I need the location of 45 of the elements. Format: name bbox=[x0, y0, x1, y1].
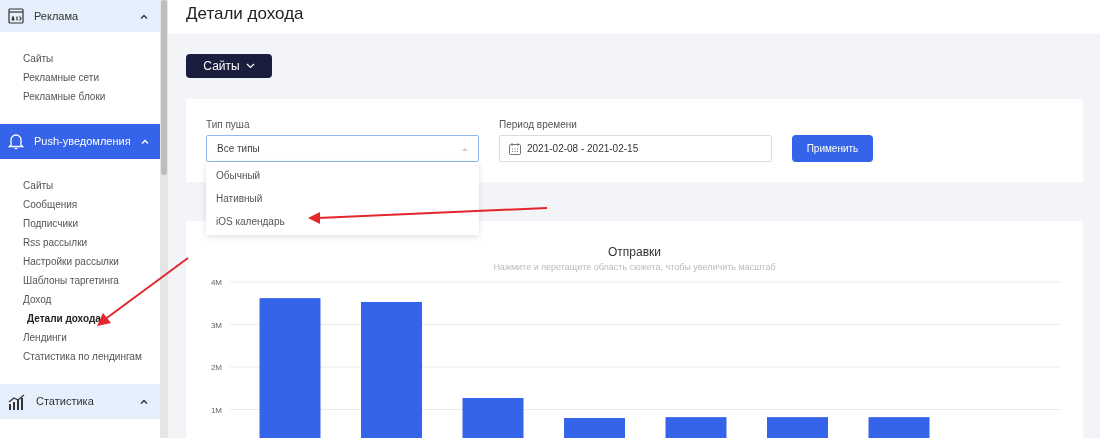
date-range-field[interactable]: 2021-02-08 - 2021-02-15 bbox=[499, 135, 772, 162]
sidebar-item[interactable]: Подписчики bbox=[0, 214, 160, 233]
sidebar-item[interactable]: Рекламные сети bbox=[0, 68, 160, 87]
sidebar-section-header[interactable]: Статистика bbox=[0, 384, 160, 419]
sites-button[interactable]: Сайты bbox=[186, 54, 272, 78]
dropdown-option[interactable]: Обычный bbox=[206, 164, 479, 187]
sidebar-item[interactable]: Рекламные блоки bbox=[0, 87, 160, 106]
sidebar-item[interactable]: Статистика по лендингам bbox=[0, 347, 160, 366]
bar-chart-icon bbox=[8, 393, 26, 410]
sidebar-item[interactable]: Шаблоны таргетинга bbox=[0, 271, 160, 290]
caret-icon bbox=[140, 139, 148, 144]
dropdown-option[interactable]: iOS календарь bbox=[206, 210, 479, 233]
axis-tick-label: 2M bbox=[210, 363, 222, 372]
calendar-icon bbox=[509, 142, 521, 155]
axis-tick-label: 3M bbox=[210, 320, 222, 330]
apply-button[interactable]: Применить bbox=[792, 135, 873, 162]
scrollbar-thumb[interactable] bbox=[161, 0, 167, 175]
page-title: Детали дохода bbox=[186, 4, 304, 24]
sidebar-item[interactable]: Rss рассылки bbox=[0, 233, 160, 252]
caret-icon bbox=[140, 13, 148, 19]
field-label: Период времени bbox=[499, 119, 578, 131]
sidebar-section-header[interactable]: Push-уведомления bbox=[0, 124, 160, 159]
section-title: Push-уведомления bbox=[34, 134, 131, 150]
axis-tick-label: 1M bbox=[210, 405, 222, 415]
sidebar-item[interactable]: Сайты bbox=[0, 49, 160, 68]
sidebar-item[interactable]: Детали дохода bbox=[0, 309, 160, 328]
sidebar-item[interactable]: Настройки рассылки bbox=[0, 252, 160, 271]
bell-icon bbox=[8, 133, 24, 150]
chart-title: Отправки bbox=[608, 245, 661, 259]
push-type-select[interactable]: Все типы bbox=[206, 135, 479, 162]
sidebar-item[interactable]: Сообщения bbox=[0, 195, 160, 214]
caret-up-icon bbox=[462, 146, 468, 151]
sidebar-item[interactable]: Лендинги bbox=[0, 328, 160, 347]
chart-subtitle: Нажмите и перетащите область сюжета, чтобы увеличить масштаб bbox=[493, 262, 776, 273]
section-title: Статистика bbox=[36, 394, 95, 410]
axis-tick-label: 4M bbox=[210, 278, 222, 287]
sidebar-item[interactable]: Доход bbox=[0, 290, 160, 309]
scrollbar[interactable] bbox=[160, 0, 168, 438]
sidebar-item[interactable]: Сайты bbox=[0, 176, 160, 195]
sidebar-section-header[interactable]: Реклама bbox=[0, 0, 160, 32]
dropdown-option[interactable]: Нативный bbox=[206, 187, 479, 210]
chevron-down-icon bbox=[245, 63, 255, 69]
field-label: Тип пуша bbox=[206, 119, 251, 131]
section-title: Реклама bbox=[34, 8, 80, 24]
caret-icon bbox=[140, 399, 148, 404]
